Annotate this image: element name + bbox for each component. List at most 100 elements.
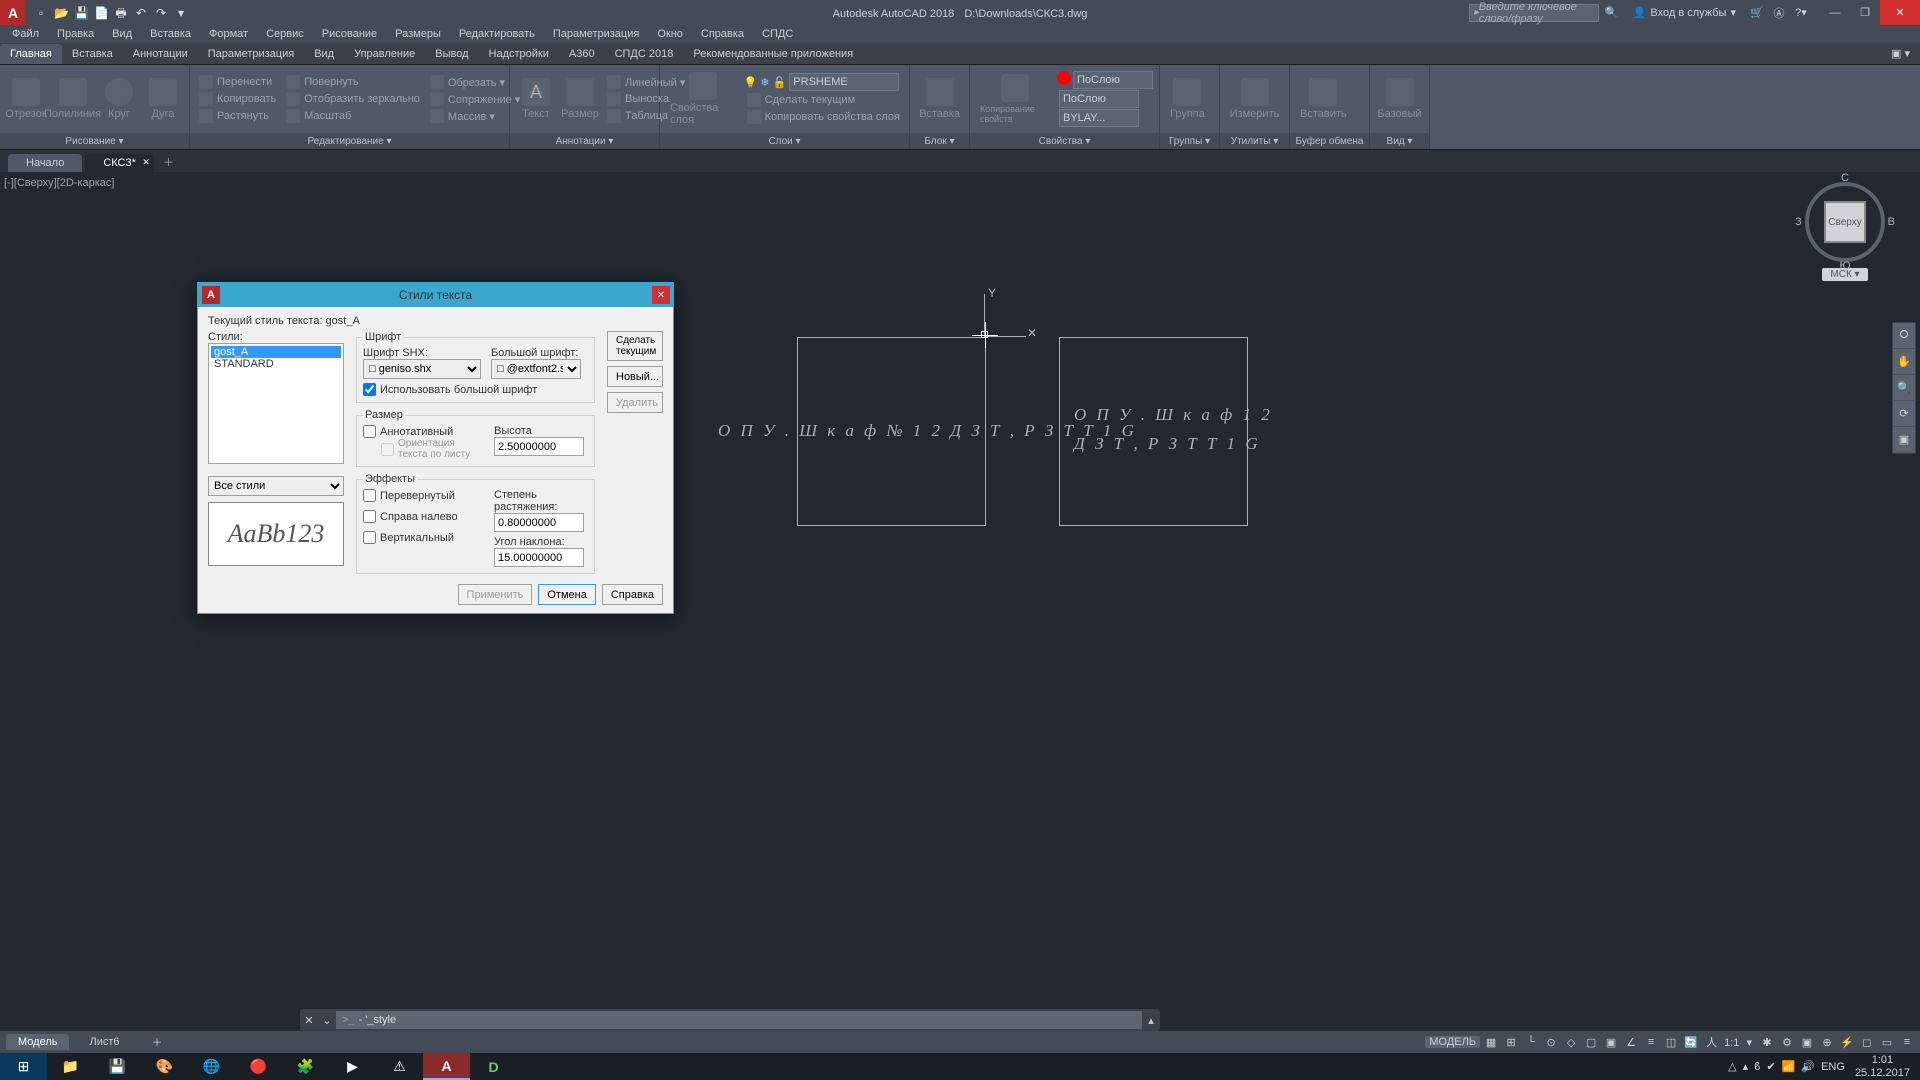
qat-saveas-icon[interactable]: 📄	[94, 6, 108, 20]
ribbontab-home[interactable]: Главная	[0, 44, 62, 64]
panel-view-label[interactable]: Вид ▾	[1370, 133, 1429, 149]
nav-orbit-icon[interactable]: ⟳	[1893, 401, 1915, 427]
viewcube-w[interactable]: З	[1795, 216, 1802, 228]
maximize-button[interactable]: ❐	[1850, 0, 1880, 25]
minimize-button[interactable]: —	[1820, 0, 1850, 25]
search-icon[interactable]: 🔍	[1603, 4, 1621, 22]
ribbon-collapse-icon[interactable]: ▣ ▾	[1881, 43, 1920, 64]
tray-checked-icon[interactable]: ✔	[1766, 1060, 1775, 1073]
panel-clip-label[interactable]: Буфер обмена	[1290, 133, 1369, 149]
ribbontab-view[interactable]: Вид	[304, 44, 344, 64]
menu-insert[interactable]: Вставка	[142, 26, 199, 42]
status-ortho-icon[interactable]: └	[1522, 1033, 1540, 1051]
layer-makecurrent[interactable]: Сделать текущим	[744, 92, 903, 108]
cancel-button[interactable]: Отмена	[538, 584, 595, 605]
vertical-checkbox[interactable]	[363, 531, 376, 544]
cmdline-close-icon[interactable]: ✕	[300, 1014, 318, 1027]
style-item-gost[interactable]: gost_A	[211, 346, 341, 358]
draw-arc[interactable]: Дуга	[143, 76, 183, 122]
layer-lock-icon[interactable]: 🔓	[773, 76, 787, 89]
viewcube-s[interactable]: Ю	[1839, 260, 1850, 272]
backwards-checkbox[interactable]	[363, 510, 376, 523]
status-cycle-icon[interactable]: 🔄	[1682, 1033, 1700, 1051]
status-annoscale[interactable]: 人 1:1 ▾	[1702, 1034, 1756, 1050]
status-otrack-icon[interactable]: ∠	[1622, 1033, 1640, 1051]
layer-copyprops[interactable]: Копировать свойства слоя	[744, 109, 903, 125]
color-swatch[interactable]	[1057, 71, 1071, 85]
width-input[interactable]	[494, 513, 584, 532]
menu-modify[interactable]: Редактировать	[451, 26, 543, 42]
bigfont-select[interactable]: □ @extfont2.shx	[491, 359, 581, 379]
panel-block-label[interactable]: Блок ▾	[910, 133, 969, 149]
task-app3[interactable]: ⚠	[376, 1053, 423, 1080]
layer-freeze-icon[interactable]: ❄	[760, 76, 769, 89]
new-button[interactable]: Новый...	[607, 366, 663, 387]
clip-paste[interactable]: Вставить	[1296, 76, 1351, 122]
status-polar-icon[interactable]: ⊙	[1542, 1033, 1560, 1051]
viewcube[interactable]: Сверху С В Ю З МСК ▾	[1800, 182, 1890, 302]
task-app1[interactable]: 🔴	[235, 1053, 282, 1080]
nav-wheel-icon[interactable]: ⭘	[1893, 323, 1915, 349]
menu-spds[interactable]: СПДС	[754, 26, 801, 42]
qat-undo-icon[interactable]: ↶	[134, 6, 148, 20]
status-grid-icon[interactable]: ▦	[1482, 1033, 1500, 1051]
edit-move[interactable]: Перенести	[196, 74, 279, 90]
menu-draw[interactable]: Рисование	[314, 26, 385, 42]
doctab-close-icon[interactable]: ✕	[142, 157, 150, 168]
setcurrent-button[interactable]: Сделать текущим	[607, 331, 663, 361]
status-hardware-icon[interactable]: ⚡	[1838, 1033, 1856, 1051]
ribbontab-annotate[interactable]: Аннотации	[123, 44, 198, 64]
status-osnap-icon[interactable]: ▢	[1582, 1033, 1600, 1051]
panel-layers-label[interactable]: Слои ▾	[660, 133, 909, 149]
status-clean-icon[interactable]: ▭	[1878, 1033, 1896, 1051]
menu-tools[interactable]: Сервис	[258, 26, 312, 42]
task-paint[interactable]: 🎨	[141, 1053, 188, 1080]
tray-bt-icon[interactable]: ϐ	[1754, 1061, 1760, 1073]
task-autocad[interactable]: A	[423, 1053, 470, 1080]
ribbontab-insert[interactable]: Вставка	[62, 44, 123, 64]
close-button[interactable]: ✕	[1880, 0, 1920, 25]
annotative-checkbox[interactable]	[363, 425, 376, 438]
status-annovisibility-icon[interactable]: ✱	[1758, 1033, 1776, 1051]
qat-open-icon[interactable]: 📂	[54, 6, 68, 20]
tray-volume-icon[interactable]: 🔊	[1801, 1060, 1815, 1073]
layout-add[interactable]: ＋	[140, 1032, 175, 1052]
viewport-controls[interactable]: [-][Сверху][2D-каркас]	[4, 177, 114, 189]
anno-text[interactable]: AТекст	[516, 76, 556, 122]
status-units-icon[interactable]: ⊕	[1818, 1033, 1836, 1051]
menu-view[interactable]: Вид	[104, 26, 140, 42]
props-match[interactable]: Копирование свойств	[976, 72, 1053, 126]
layout-model[interactable]: Модель	[6, 1034, 69, 1050]
menu-parametric[interactable]: Параметризация	[545, 26, 647, 42]
layer-select[interactable]: PRSHEME	[789, 73, 899, 91]
prop-color[interactable]: ПоСлою	[1073, 71, 1153, 89]
draw-circle[interactable]: Круг	[99, 76, 139, 122]
style-filter-select[interactable]: Все стили	[208, 476, 344, 496]
qat-plot-icon[interactable]: 🖶	[114, 6, 128, 20]
edit-rotate[interactable]: Повернуть	[283, 74, 423, 90]
height-input[interactable]	[494, 437, 584, 456]
dialog-close-button[interactable]: ✕	[652, 286, 670, 304]
exchange-icon[interactable]: 🛒	[1748, 4, 1766, 22]
nav-showmotion-icon[interactable]: ▣	[1893, 427, 1915, 453]
viewcube-n[interactable]: С	[1841, 172, 1849, 184]
tray-steam-icon[interactable]: △	[1728, 1060, 1736, 1073]
util-measure[interactable]: Измерить	[1226, 76, 1283, 122]
panel-edit-label[interactable]: Редактирование ▾	[190, 133, 509, 149]
view-base[interactable]: Базовый	[1376, 76, 1423, 122]
layer-state-icon[interactable]: 💡	[744, 76, 758, 89]
nav-zoom-icon[interactable]: 🔍	[1893, 375, 1915, 401]
status-model[interactable]: МОДЕЛЬ	[1425, 1036, 1480, 1048]
status-transparency-icon[interactable]: ◫	[1662, 1033, 1680, 1051]
status-isolate-icon[interactable]: ◻	[1858, 1033, 1876, 1051]
anno-dim[interactable]: Размер	[560, 76, 600, 122]
task-save[interactable]: 💾	[94, 1053, 141, 1080]
keyword-search[interactable]: ▸ Введите ключевое слово/фразу	[1469, 4, 1599, 22]
status-custom-icon[interactable]: ≡	[1898, 1033, 1916, 1051]
edit-fillet[interactable]: Сопряжение ▾	[427, 91, 523, 107]
panel-anno-label[interactable]: Аннотации ▾	[510, 133, 659, 149]
task-chrome[interactable]: 🌐	[188, 1053, 235, 1080]
signin-button[interactable]: 👤 Вход в службы ▾	[1625, 0, 1744, 25]
status-3dosnap-icon[interactable]: ▣	[1602, 1033, 1620, 1051]
doctab-file[interactable]: СКС3*✕	[85, 154, 154, 172]
